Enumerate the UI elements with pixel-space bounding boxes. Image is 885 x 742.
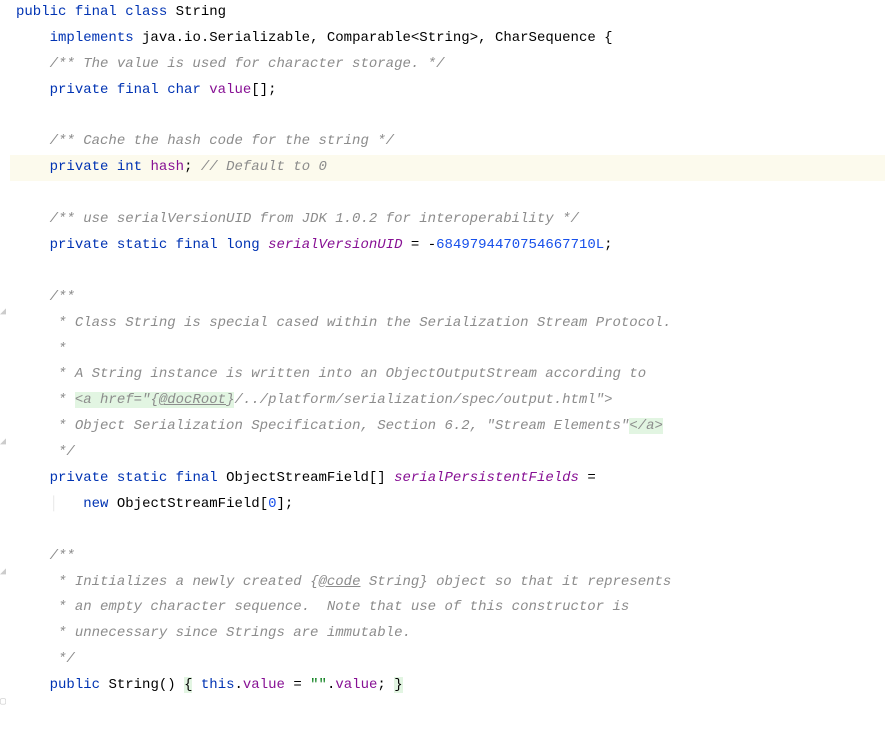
- code-line[interactable]: [10, 181, 885, 207]
- marker-icon[interactable]: ▢: [0, 698, 8, 708]
- code-line[interactable]: /**: [10, 285, 885, 311]
- code-line[interactable]: * an empty character sequence. Note that…: [10, 595, 885, 621]
- code-line[interactable]: /**: [10, 544, 885, 570]
- code-line[interactable]: /** The value is used for character stor…: [10, 52, 885, 78]
- code-line[interactable]: * A String instance is written into an O…: [10, 362, 885, 388]
- code-line[interactable]: /** Cache the hash code for the string *…: [10, 129, 885, 155]
- code-line[interactable]: implements java.io.Serializable, Compara…: [10, 26, 885, 52]
- code-line[interactable]: /** use serialVersionUID from JDK 1.0.2 …: [10, 207, 885, 233]
- code-line[interactable]: [10, 259, 885, 285]
- fold-icon[interactable]: ◢: [0, 568, 8, 578]
- code-line[interactable]: * Object Serialization Specification, Se…: [10, 414, 885, 440]
- code-line[interactable]: [10, 518, 885, 544]
- code-editor[interactable]: ◢ ◢ ◢ ▢ public final class String implem…: [0, 0, 885, 699]
- code-line-highlighted[interactable]: private int hash; // Default to 0: [10, 155, 885, 181]
- warning-icon[interactable]: ◢: [0, 438, 8, 448]
- code-line[interactable]: private static final ObjectStreamField[]…: [10, 466, 885, 492]
- code-line[interactable]: private static final long serialVersionU…: [10, 233, 885, 259]
- code-line[interactable]: │ new ObjectStreamField[0];: [10, 492, 885, 518]
- code-line[interactable]: * Initializes a newly created {@code Str…: [10, 570, 885, 596]
- code-line[interactable]: *: [10, 337, 885, 363]
- code-line[interactable]: * unnecessary since Strings are immutabl…: [10, 621, 885, 647]
- fold-icon[interactable]: ◢: [0, 308, 8, 318]
- code-line[interactable]: */: [10, 440, 885, 466]
- code-line[interactable]: * <a href="{@docRoot}/../platform/serial…: [10, 388, 885, 414]
- code-line[interactable]: * Class String is special cased within t…: [10, 311, 885, 337]
- code-line[interactable]: public String() { this.value = "".value;…: [10, 673, 885, 699]
- code-line[interactable]: public final class String: [10, 0, 885, 26]
- code-line[interactable]: */: [10, 647, 885, 673]
- code-line[interactable]: private final char value[];: [10, 78, 885, 104]
- code-line[interactable]: [10, 104, 885, 130]
